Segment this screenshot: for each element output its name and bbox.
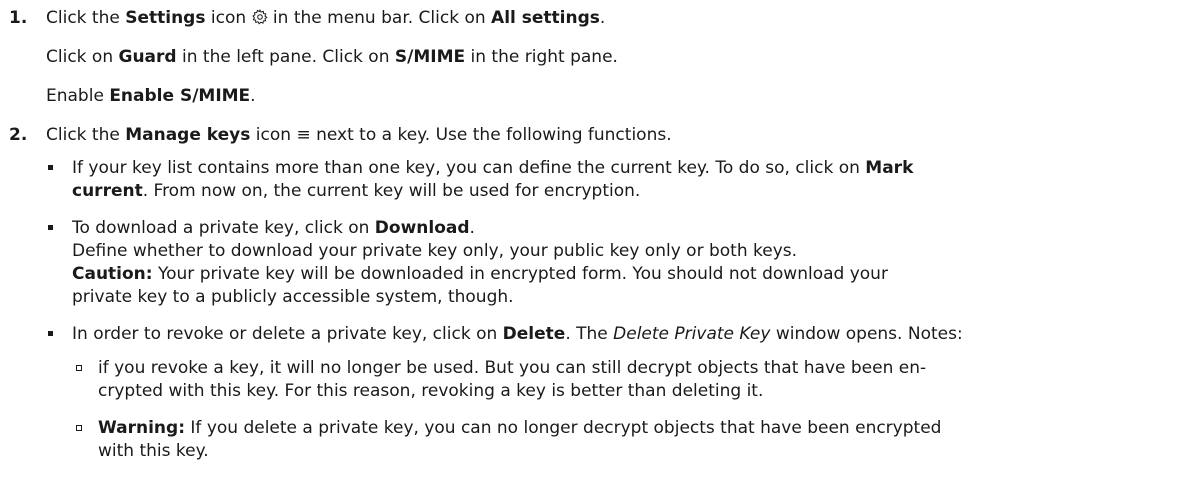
settings-label: Settings xyxy=(125,8,206,28)
bullet-1-line-1: If your key list contains more than one … xyxy=(72,158,914,178)
menu-lines-icon: ≡ xyxy=(296,125,311,145)
bullet-2-line-4: private key to a publicly accessible sys… xyxy=(72,287,514,307)
sub-bullet-2-line-1: Warning: If you delete a private key, yo… xyxy=(98,418,942,438)
step-1-line-2: Click on Guard in the left pane. Click o… xyxy=(46,47,618,67)
smime-label: S/MIME xyxy=(394,47,466,67)
all-settings-label: All settings xyxy=(491,8,600,28)
gear-icon xyxy=(251,9,268,31)
step-number: 1. xyxy=(9,8,28,28)
warning-label: Warning: xyxy=(98,418,186,438)
bullet-1-line-2: current. From now on, the current key wi… xyxy=(72,181,641,201)
caution-label: Caution: xyxy=(72,264,153,284)
enable-smime-label: Enable S/MIME xyxy=(109,86,251,106)
sub-bullet-1-line-1: if you revoke a key, it will no longer b… xyxy=(98,358,927,378)
guard-label: Guard xyxy=(118,47,177,67)
bullet-2-line-1: To download a private key, click on Down… xyxy=(72,218,475,238)
step-1-line-3: Enable Enable S/MIME. xyxy=(46,86,256,106)
step-number: 2. xyxy=(9,125,28,145)
bullet-marker xyxy=(48,331,53,336)
step-2-line-1: Click the Manage keys icon ≡ next to a k… xyxy=(46,125,672,145)
download-label: Download xyxy=(374,218,470,238)
delete-private-key-window-name: Delete Private Key xyxy=(613,324,771,344)
bullet-2-line-3: Caution: Your private key will be downlo… xyxy=(72,264,888,284)
bullet-marker xyxy=(48,165,53,170)
step-1-line-1: Click the Settings icon in the menu bar.… xyxy=(46,7,605,31)
sub-bullet-marker xyxy=(76,425,82,431)
delete-label: Delete xyxy=(502,324,566,344)
bullet-marker xyxy=(48,225,53,230)
sub-bullet-2-line-2: with this key. xyxy=(98,441,209,461)
sub-bullet-marker xyxy=(76,365,82,371)
instructions-document: 1. Click the Settings icon in the menu b… xyxy=(0,0,1201,501)
manage-keys-label: Manage keys xyxy=(125,125,251,145)
bullet-3-line-1: In order to revoke or delete a private k… xyxy=(72,324,963,344)
bullet-2-line-2: Define whether to download your private … xyxy=(72,241,798,261)
sub-bullet-1-line-2: crypted with this key. For this reason, … xyxy=(98,381,764,401)
